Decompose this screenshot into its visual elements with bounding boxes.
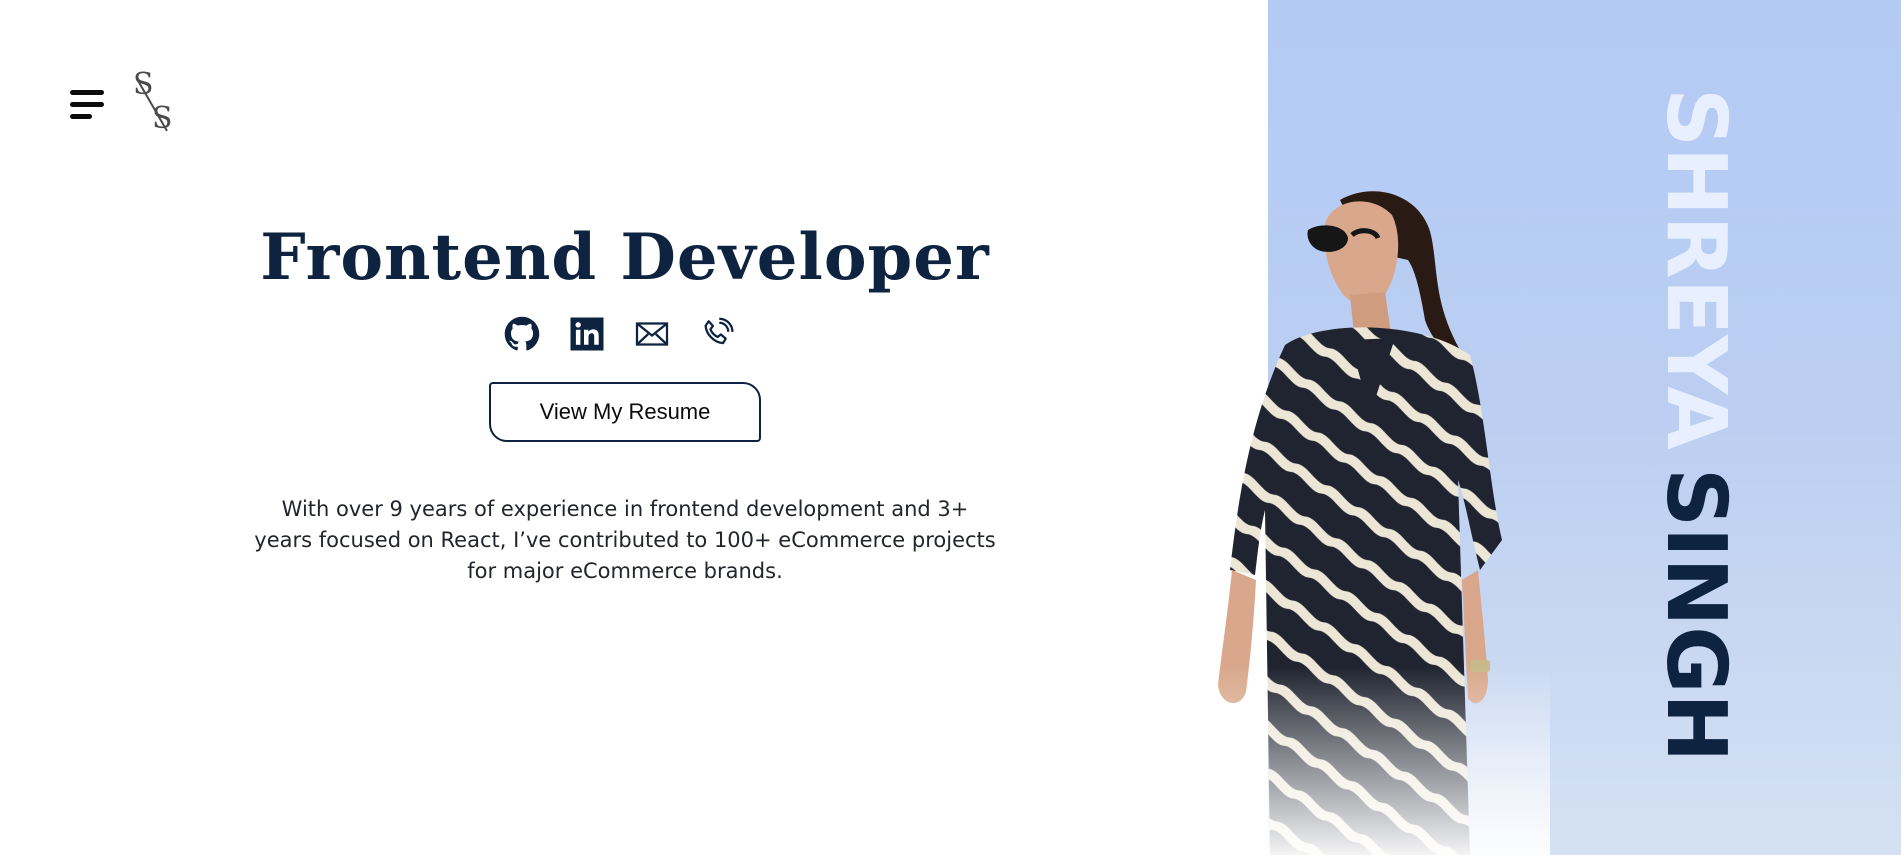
- vertical-name: SHREYA SINGH: [1648, 88, 1743, 762]
- hero-title: Frontend Developer: [260, 220, 990, 295]
- last-name: SINGH: [1648, 467, 1743, 762]
- landing-page: S S Frontend Developer View My Resume Wi…: [0, 0, 1901, 855]
- email-link[interactable]: [634, 316, 670, 352]
- portrait-photo: [1170, 180, 1550, 855]
- linkedin-icon: [570, 317, 604, 351]
- bio-text: With over 9 years of experience in front…: [254, 497, 996, 583]
- first-name: SHREYA: [1648, 88, 1743, 450]
- menu-bar: [70, 114, 92, 119]
- menu-bar: [70, 90, 104, 95]
- logo-letter-bottom: S: [152, 101, 173, 136]
- social-links: [504, 314, 744, 354]
- phone-icon: [704, 317, 734, 345]
- hamburger-menu-icon[interactable]: [70, 90, 106, 122]
- mail-icon: [635, 322, 669, 346]
- logo-letter-top: S: [133, 67, 154, 102]
- phone-link[interactable]: [699, 316, 735, 352]
- linkedin-link[interactable]: [569, 316, 605, 352]
- github-link[interactable]: [504, 316, 540, 352]
- site-logo[interactable]: S S: [130, 70, 178, 140]
- view-resume-button[interactable]: View My Resume: [489, 382, 761, 442]
- portrait-illustration: [1170, 180, 1550, 855]
- github-icon: [504, 316, 540, 351]
- menu-bar: [70, 102, 104, 107]
